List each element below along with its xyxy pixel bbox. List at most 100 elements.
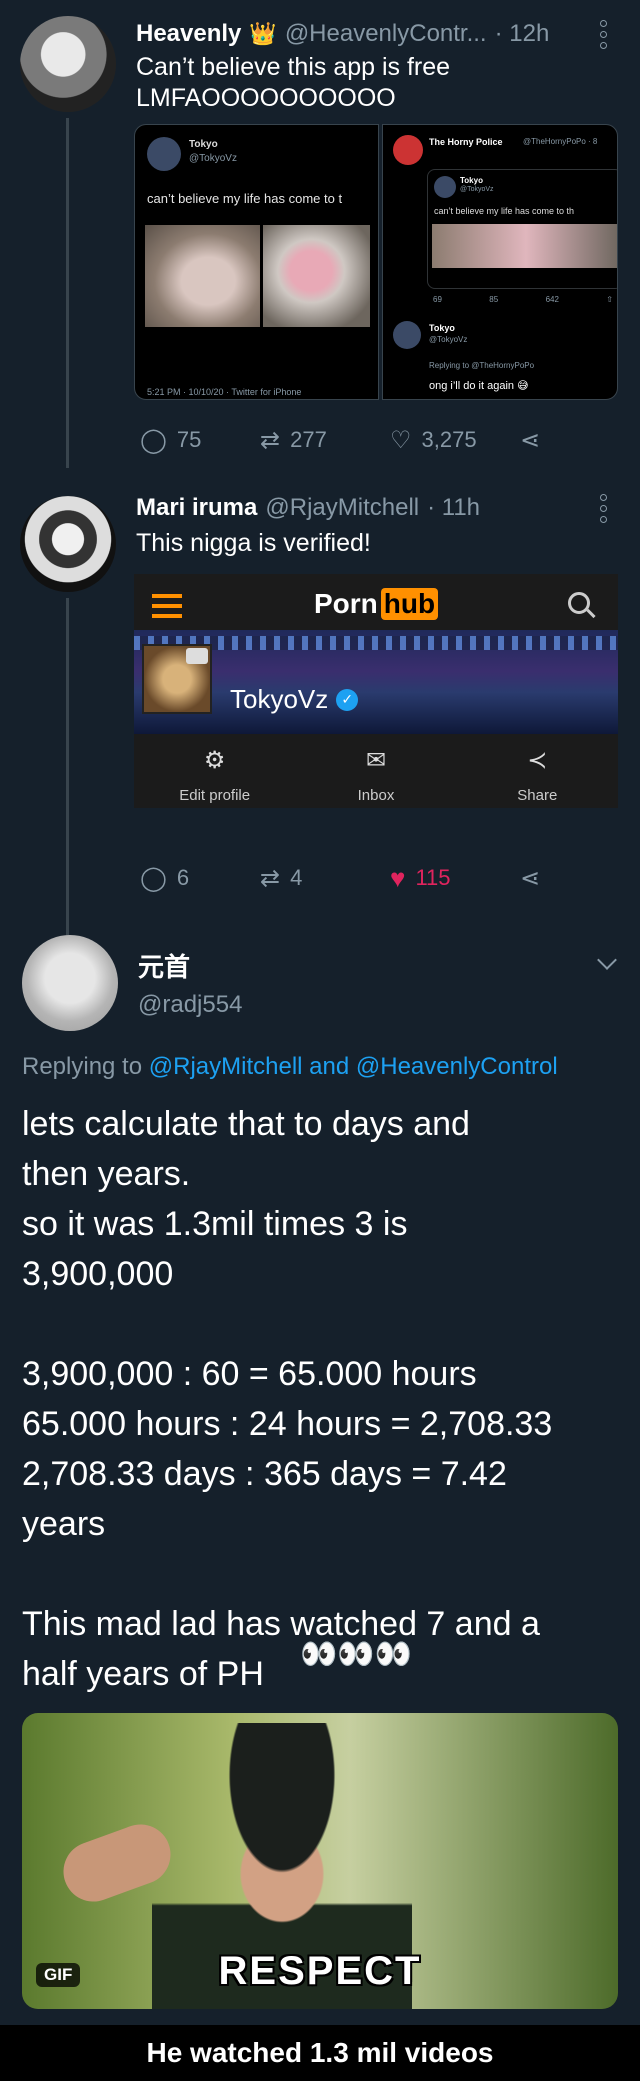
crown-icon: 👑 — [249, 21, 277, 46]
replying-prefix: Replying to — [22, 1053, 149, 1080]
tweet-1[interactable]: Heavenly 👑 @HeavenlyContr... · 12h Can’t… — [0, 0, 640, 470]
share-button[interactable]: ⋖ — [520, 424, 540, 456]
retweet-icon: ⇄ — [260, 864, 281, 892]
mention-link-2[interactable]: @HeavenlyControl — [356, 1053, 558, 1080]
reply-count: 6 — [176, 865, 190, 890]
timestamp[interactable]: · 11h — [427, 494, 480, 522]
search-icon-handle — [586, 608, 596, 619]
verified-badge-icon: ✓ — [336, 688, 359, 711]
tweet-text: Can’t believe this app is free LMFAOOOOO… — [136, 53, 451, 112]
retweet-icon: ⇄ — [260, 426, 281, 454]
embedded-text: can’t believe my life has come to t — [147, 191, 343, 206]
profile-buttons: ⚙ Edit profile ✉ Inbox ≺ Share — [134, 738, 618, 808]
tweet-text: This nigga is verified! — [136, 529, 371, 557]
attached-image[interactable]: Porn hub TokyoVz ✓ ⚙ Edit profile ✉ Inbo… — [134, 574, 618, 808]
display-name[interactable]: Mari iruma — [136, 494, 257, 522]
avatar[interactable] — [20, 496, 116, 592]
like-button[interactable]: ♡ 3,275 — [390, 424, 520, 456]
share-icon: ⋖ — [520, 864, 541, 892]
reply-icon: ◯ — [140, 864, 167, 892]
display-name[interactable]: 元首 — [138, 947, 190, 984]
avatar[interactable] — [20, 16, 116, 112]
chevron-down-icon[interactable] — [597, 950, 617, 970]
tweet-actions: ◯ 75 ⇄ 277 ♡ 3,275 ⋖ — [140, 424, 560, 456]
embedded-handle: @TokyoVz — [189, 153, 237, 164]
tweet-2[interactable]: Mari iruma @RjayMitchell · 11h This nigg… — [0, 480, 640, 1028]
share-icon: ⋖ — [520, 426, 541, 454]
quoted-text: can’t believe my life has come to th — [434, 206, 575, 216]
share-icon: ⇧ — [606, 295, 613, 304]
quoted-photo — [432, 224, 617, 268]
logo-right: hub — [380, 588, 439, 620]
share-profile-button[interactable]: ≺ Share — [457, 738, 618, 808]
gif-media[interactable]: GIF RESPECT — [22, 1713, 618, 2009]
user-handle[interactable]: @radj554 — [138, 991, 242, 1019]
heart-filled-icon: ♥ — [390, 862, 406, 893]
share-icon: ≺ — [527, 747, 548, 774]
quoted-name: Tokyo — [460, 176, 483, 185]
reply-text-content: ong i’ll do it again — [429, 380, 515, 392]
police-header-name: The Horny Police — [429, 137, 503, 147]
police-avatar — [393, 135, 423, 165]
retweet-button[interactable]: ⇄ 4 — [260, 862, 390, 894]
eyes-emoji-icons: 👀👀👀 — [300, 1638, 413, 1671]
retweet-count: 277 — [290, 427, 327, 452]
gif-caption: RESPECT — [218, 1949, 422, 1993]
embedded-photo-1 — [145, 225, 260, 327]
stat-retweets: 85 — [489, 295, 499, 304]
embedded-avatar — [147, 137, 181, 171]
site-logo: Porn hub — [314, 588, 439, 620]
attached-image-left[interactable]: Tokyo @TokyoVz can’t believe my life has… — [134, 124, 379, 400]
replying-to: Replying to @RjayMitchell and @HeavenlyC… — [22, 1053, 558, 1081]
more-options-icon[interactable] — [600, 494, 608, 523]
tweet-3[interactable]: 元首 @radj554 Replying to @RjayMitchell an… — [0, 925, 640, 2015]
retweet-button[interactable]: ⇄ 277 — [260, 424, 390, 456]
quoted-card: Tokyo @TokyoVz can’t believe my life has… — [427, 169, 617, 289]
police-header-handle: @TheHornyPoPo · 8 — [523, 137, 598, 146]
tweet-body: lets calculate that to days and then yea… — [22, 1105, 553, 1693]
menu-icon — [152, 594, 182, 618]
sweat-emoji-icon: 😅 — [517, 380, 529, 392]
user-handle[interactable]: @HeavenlyContr... — [285, 20, 487, 48]
retweet-count: 4 — [290, 865, 303, 890]
reply-avatar — [393, 321, 421, 349]
share-button[interactable]: ⋖ — [520, 862, 540, 894]
stat-likes: 642 — [545, 295, 559, 304]
user-handle[interactable]: @RjayMitchell — [265, 494, 419, 522]
envelope-icon: ✉ — [365, 747, 387, 774]
tweet-actions: ◯ 6 ⇄ 4 ♥ 115 ⋖ — [140, 862, 560, 894]
thread-line — [66, 118, 69, 468]
inbox-button[interactable]: ✉ Inbox — [295, 738, 456, 808]
embedded-photo-2 — [263, 225, 370, 327]
embedded-footer: 5:21 PM · 10/10/20 · Twitter for iPhone — [147, 387, 302, 397]
meme-caption-bar: He watched 1.3 mil videos — [0, 2025, 640, 2081]
heart-icon: ♡ — [390, 426, 412, 454]
edit-profile-button[interactable]: ⚙ Edit profile — [134, 738, 295, 808]
reply-handle: @TokyoVz — [429, 335, 468, 344]
replying-and: and — [302, 1053, 356, 1080]
like-count: 3,275 — [421, 427, 477, 452]
reply-name: Tokyo — [429, 323, 455, 333]
reply-text: ong i’ll do it again 😅 — [429, 379, 529, 392]
like-button[interactable]: ♥ 115 — [390, 862, 520, 894]
quoted-handle: @TokyoVz — [460, 186, 494, 193]
meme-caption: He watched 1.3 mil videos — [146, 2037, 494, 2068]
stat-replies: 69 — [433, 295, 442, 304]
gear-icon: ⚙ — [203, 747, 226, 774]
display-name[interactable]: Heavenly — [136, 20, 241, 48]
edit-profile-label: Edit profile — [179, 787, 251, 804]
like-count: 115 — [415, 865, 451, 890]
replying-to: Replying to @TheHornyPoPo — [429, 361, 535, 370]
reply-button[interactable]: ◯ 75 — [140, 424, 260, 456]
attached-image-right[interactable]: The Horny Police @TheHornyPoPo · 8 Tokyo… — [382, 124, 618, 400]
timestamp[interactable]: · 12h — [495, 20, 550, 48]
profile-username-row: TokyoVz ✓ — [230, 684, 359, 715]
tweet-header: Mari iruma @RjayMitchell · 11h — [136, 492, 596, 524]
camera-icon — [186, 648, 208, 664]
more-options-icon[interactable] — [600, 20, 608, 49]
inbox-label: Inbox — [357, 787, 395, 804]
avatar[interactable] — [22, 935, 118, 1031]
reply-count: 75 — [176, 427, 202, 452]
mention-link-1[interactable]: @RjayMitchell — [149, 1053, 303, 1080]
reply-button[interactable]: ◯ 6 — [140, 862, 260, 894]
